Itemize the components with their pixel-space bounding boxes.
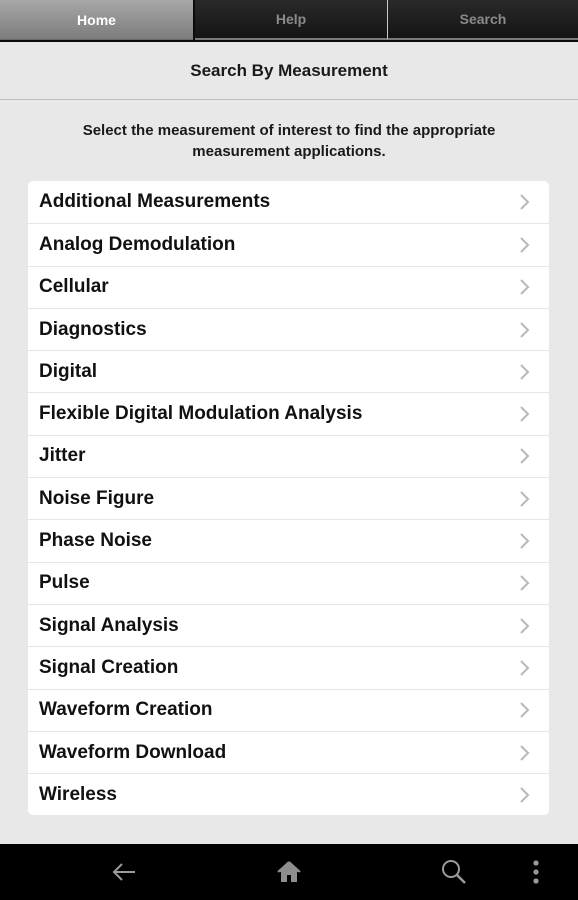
list-item-label: Signal Analysis <box>39 614 179 636</box>
list-item[interactable]: Cellular <box>28 265 549 308</box>
list-item-label: Additional Measurements <box>39 191 271 213</box>
home-icon <box>277 861 301 882</box>
list-item-label: Digital <box>39 360 98 382</box>
overflow-menu-button[interactable] <box>519 856 553 888</box>
chevron-right-icon <box>520 279 530 295</box>
list-item[interactable]: Pulse <box>28 561 549 604</box>
list-item-label: Pulse <box>39 572 90 594</box>
back-arrow-icon <box>112 863 135 881</box>
tab-bar: Home Help Search <box>0 0 578 42</box>
overflow-menu-icon <box>533 860 539 884</box>
list-item-label: Diagnostics <box>39 318 147 340</box>
list-item-label: Phase Noise <box>39 530 152 552</box>
chevron-right-icon <box>520 787 530 803</box>
list-item-label: Waveform Download <box>39 741 227 763</box>
chevron-right-icon <box>520 575 530 592</box>
list-item-label: Wireless <box>39 783 117 805</box>
chevron-right-icon <box>520 237 530 253</box>
tab-search[interactable]: Search <box>387 0 578 40</box>
list-item[interactable]: Diagnostics <box>28 307 549 350</box>
list-item[interactable]: Phase Noise <box>28 519 549 561</box>
list-item[interactable]: Analog Demodulation <box>28 223 549 265</box>
chevron-right-icon <box>520 617 530 634</box>
list-item[interactable]: Additional Measurements <box>28 181 549 223</box>
system-nav-bar <box>0 844 578 900</box>
chevron-right-icon <box>520 491 530 507</box>
list-item-label: Cellular <box>39 276 109 298</box>
chevron-right-icon <box>520 321 530 338</box>
list-item-label: Jitter <box>39 445 86 467</box>
back-button[interactable] <box>107 856 141 888</box>
chevron-right-icon <box>520 406 530 422</box>
chevron-right-icon <box>520 744 530 761</box>
list-item[interactable]: Signal Creation <box>28 646 549 688</box>
home-button[interactable] <box>272 856 306 888</box>
list-item-label: Noise Figure <box>39 487 155 509</box>
list-item[interactable]: Waveform Creation <box>28 688 549 731</box>
page-header: Search By Measurement <box>0 42 578 100</box>
list-item-label: Flexible Digital Modulation Analysis <box>39 403 363 425</box>
chevron-right-icon <box>520 194 530 210</box>
list-item[interactable]: Noise Figure <box>28 477 549 519</box>
chevron-right-icon <box>520 533 530 549</box>
list-item[interactable]: Digital <box>28 350 549 392</box>
tab-home[interactable]: Home <box>0 0 193 40</box>
list-item[interactable]: Jitter <box>28 434 549 477</box>
chevron-right-icon <box>520 660 530 676</box>
list-item-label: Analog Demodulation <box>39 233 236 255</box>
page-title: Search By Measurement <box>190 60 388 80</box>
chevron-right-icon <box>520 702 530 718</box>
list-item-label: Signal Creation <box>39 656 179 678</box>
search-button[interactable] <box>437 856 471 888</box>
tab-help[interactable]: Help <box>195 0 387 40</box>
list-item[interactable]: Wireless <box>28 773 549 815</box>
list-item[interactable]: Waveform Download <box>28 730 549 773</box>
search-icon <box>442 860 466 884</box>
chevron-right-icon <box>520 448 530 465</box>
list-item[interactable]: Flexible Digital Modulation Analysis <box>28 392 549 434</box>
list-item[interactable]: Signal Analysis <box>28 603 549 646</box>
list-item-label: Waveform Creation <box>39 699 213 721</box>
instructions-text: Select the measurement of interest to fi… <box>82 122 496 160</box>
chevron-right-icon <box>520 364 530 380</box>
measurement-list: Additional Measurements Analog Demodulati… <box>28 181 549 816</box>
